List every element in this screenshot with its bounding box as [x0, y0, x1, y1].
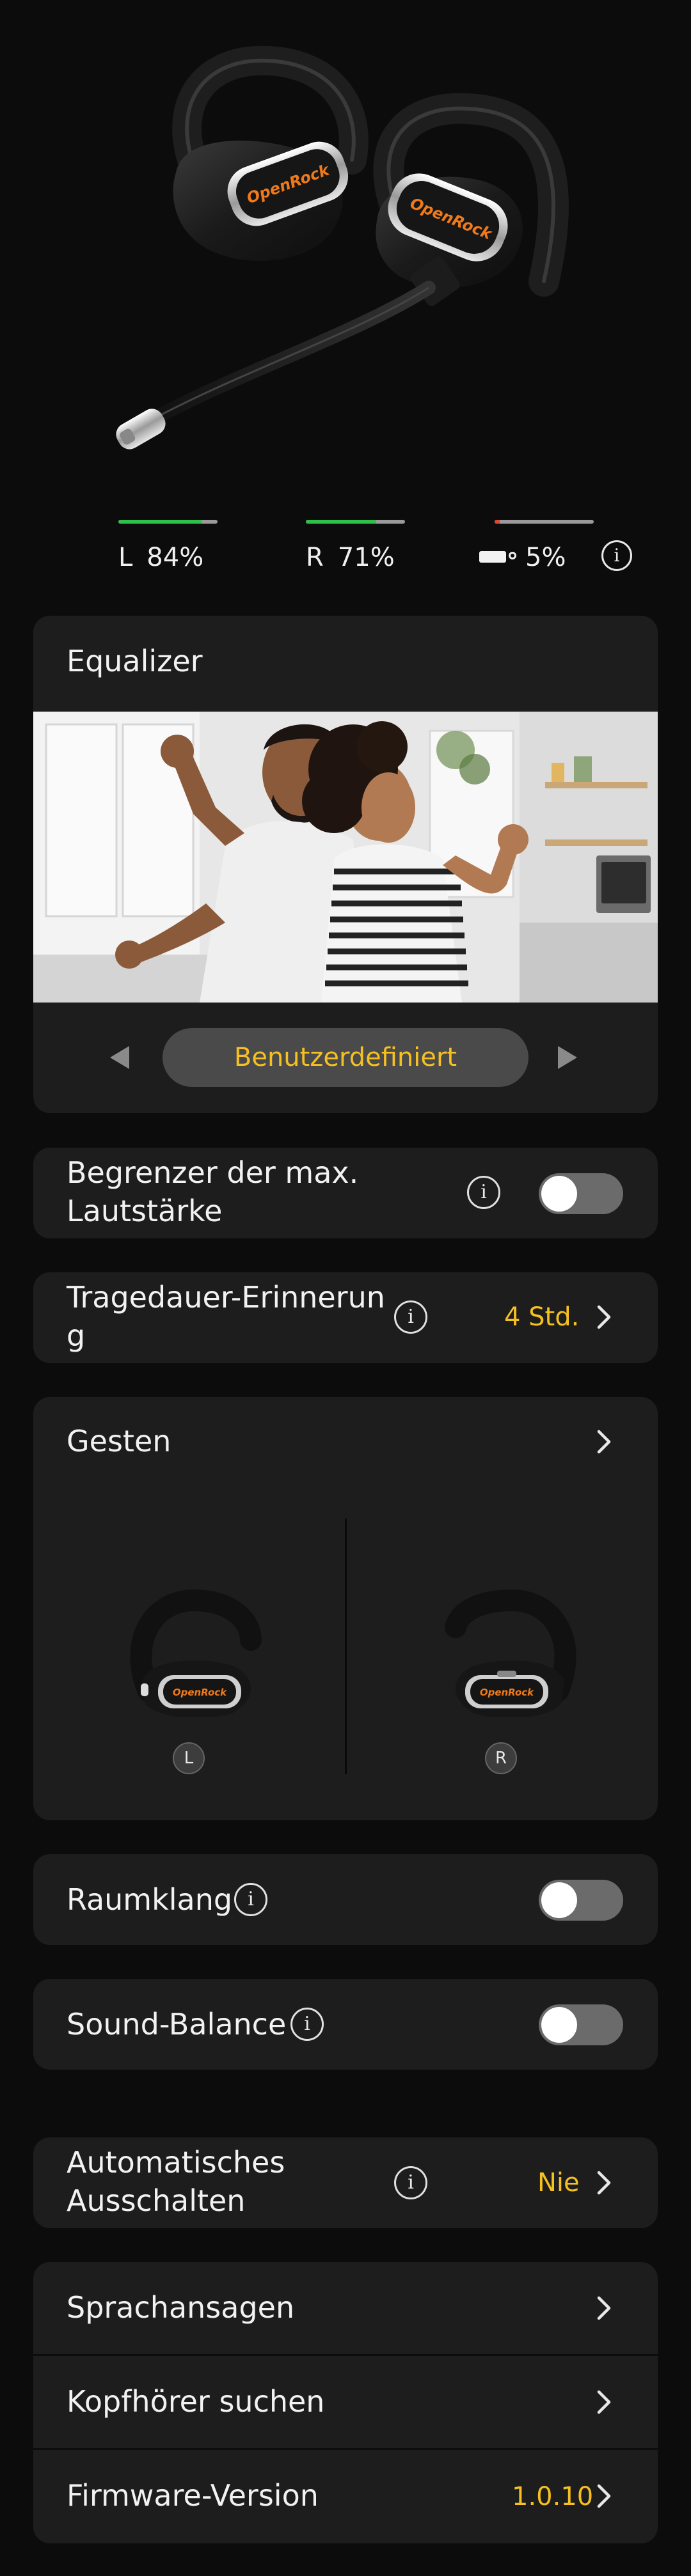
battery-info-icon[interactable]: i [601, 540, 632, 571]
left-earbud-gesture-image[interactable]: OpenRock [123, 1589, 276, 1717]
equalizer-preset-image [33, 712, 658, 1003]
wear-reminder-label-line1: Tragedauer-Erinnerun [67, 1280, 385, 1315]
chevron-right-icon [590, 2388, 618, 2416]
previous-preset-arrow[interactable] [110, 1046, 129, 1069]
wear-reminder-info-icon[interactable]: i [394, 1300, 427, 1334]
case-battery: 5% [479, 515, 597, 579]
wear-reminder-card[interactable]: Tragedauer-Erinnerun g i 4 Std. [33, 1272, 658, 1363]
toggle-knob [541, 1176, 577, 1212]
gestures-divider [345, 1518, 347, 1774]
volume-limiter-label-line2: Lautstärke [67, 1194, 223, 1228]
auto-off-card[interactable]: Automatisches Ausschalten i Nie [33, 2137, 658, 2228]
spatial-audio-toggle[interactable] [539, 1880, 623, 1921]
firmware-version-label: Firmware-Version [67, 2478, 319, 2513]
sound-balance-toggle[interactable] [539, 2004, 623, 2045]
left-battery-bar [118, 520, 218, 524]
case-battery-bar [495, 520, 594, 524]
right-battery-fill [306, 520, 377, 524]
wear-reminder-label-line2: g [67, 1318, 86, 1353]
find-earbuds-row[interactable]: Kopfhörer suchen [33, 2356, 658, 2448]
auto-off-value: Nie [537, 2168, 580, 2197]
left-battery-fill [118, 520, 202, 524]
next-preset-arrow[interactable] [558, 1046, 577, 1069]
left-earbud-badge: L [173, 1742, 205, 1774]
case-battery-fill [495, 520, 500, 524]
svg-text:OpenRock: OpenRock [173, 1687, 227, 1698]
right-earbud-gesture-image[interactable]: OpenRock [430, 1589, 584, 1717]
gestures-chevron-right-icon[interactable] [590, 1428, 618, 1456]
charging-case-icon [479, 547, 520, 566]
gestures-card: Gesten OpenRock L OpenRock R [33, 1397, 658, 1820]
right-earbud-battery: R 71% [306, 515, 408, 579]
chevron-right-icon [590, 2482, 618, 2510]
earbuds-product-image: OpenRock OpenRock [0, 0, 691, 486]
auto-off-label-line2: Ausschalten [67, 2183, 246, 2218]
chevron-right-icon [590, 2169, 618, 2197]
voice-prompts-label: Sprachansagen [67, 2290, 295, 2325]
gestures-title: Gesten [67, 1424, 171, 1458]
case-battery-percent: 5% [525, 543, 566, 572]
right-battery-percent: 71% [337, 543, 395, 572]
equalizer-preset-selector[interactable]: Benutzerdefiniert [163, 1028, 528, 1087]
toggle-knob [541, 1882, 577, 1918]
volume-limiter-label-line1: Begrenzer der max. [67, 1155, 359, 1190]
settings-menu-card: Sprachansagen Kopfhörer suchen Firmware-… [33, 2262, 658, 2543]
spatial-audio-label: Raumklang [67, 1882, 233, 1917]
right-battery-bar [306, 520, 405, 524]
wear-reminder-value: 4 Std. [504, 1302, 580, 1332]
auto-off-label-line1: Automatisches [67, 2145, 285, 2180]
find-earbuds-label: Kopfhörer suchen [67, 2384, 325, 2419]
battery-status-row: L 84% R 71% 5% [0, 515, 691, 579]
volume-limiter-info-icon[interactable]: i [467, 1176, 500, 1209]
left-battery-percent: 84% [147, 543, 204, 572]
chevron-right-icon [590, 1303, 618, 1331]
svg-text:OpenRock: OpenRock [480, 1687, 534, 1698]
spatial-audio-info-icon[interactable]: i [234, 1883, 267, 1916]
equalizer-card: Equalizer Benutzerdefiniert [33, 616, 658, 1113]
volume-limiter-toggle[interactable] [539, 1173, 623, 1214]
right-earbud-badge: R [485, 1742, 517, 1774]
firmware-version-row[interactable]: Firmware-Version 1.0.10 [33, 2450, 658, 2543]
voice-prompts-row[interactable]: Sprachansagen [33, 2262, 658, 2354]
firmware-version-value: 1.0.10 [512, 2482, 594, 2511]
right-side-label: R [306, 543, 324, 572]
toggle-knob [541, 2007, 577, 2043]
sound-balance-label: Sound-Balance [67, 2007, 287, 2041]
volume-limiter-card: Begrenzer der max. Lautstärke i [33, 1148, 658, 1238]
left-earbud-battery: L 84% [118, 515, 221, 579]
left-side-label: L [118, 543, 133, 572]
sound-balance-card: Sound-Balance i [33, 1979, 658, 2070]
auto-off-info-icon[interactable]: i [394, 2166, 427, 2199]
equalizer-title: Equalizer [67, 644, 203, 678]
sound-balance-info-icon[interactable]: i [290, 2008, 324, 2041]
chevron-right-icon [590, 2294, 618, 2322]
spatial-audio-card: Raumklang i [33, 1854, 658, 1945]
